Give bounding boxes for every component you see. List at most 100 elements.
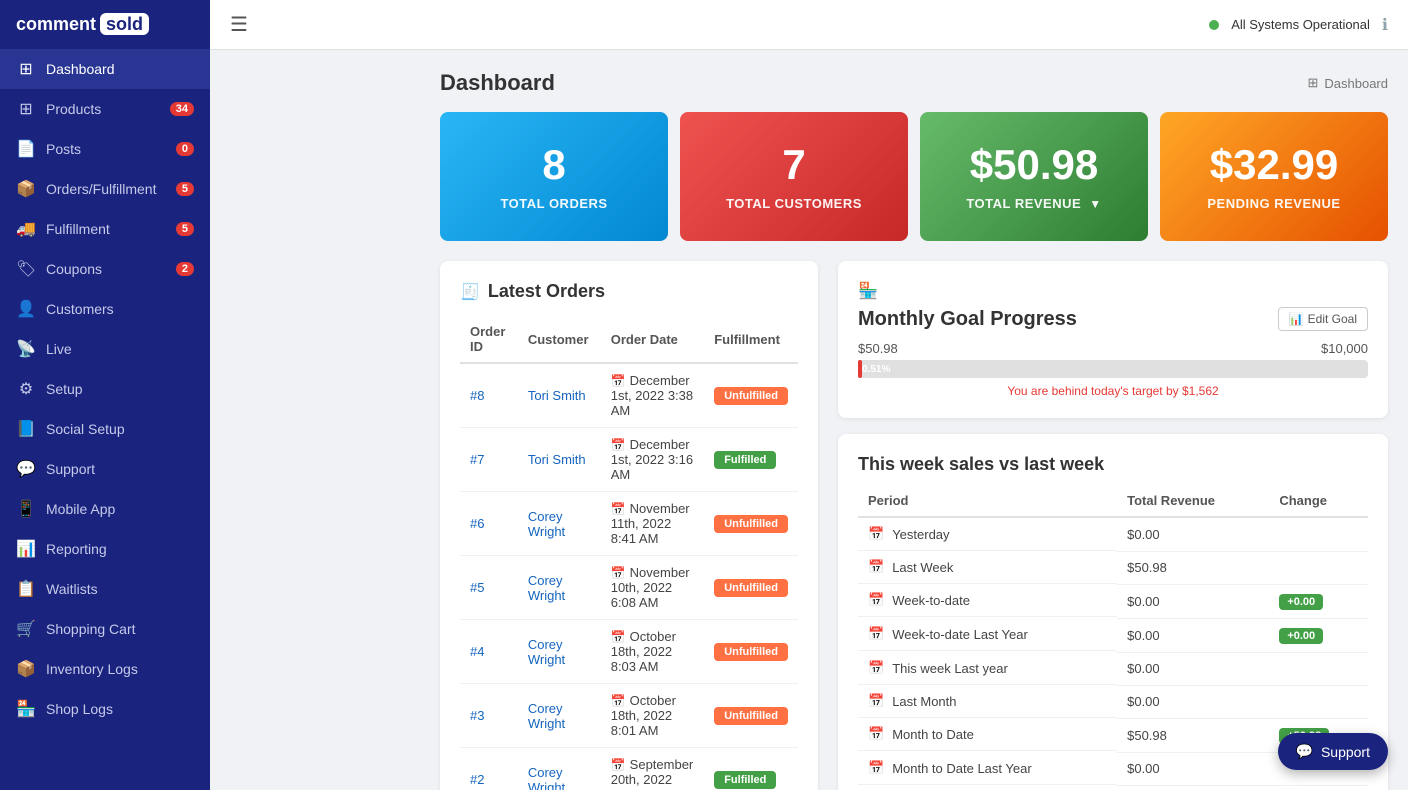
order-id[interactable]: #8 (460, 363, 518, 428)
progress-bar-fill: 0.51% (858, 360, 862, 378)
info-icon[interactable]: ℹ (1382, 15, 1388, 35)
order-date: 📅November 11th, 2022 8:41 AM (601, 492, 704, 556)
sidebar-icon-shop-logs: 🏪 (16, 699, 36, 719)
sidebar-label-live: Live (46, 341, 72, 357)
sidebar-item-social-setup[interactable]: 📘 Social Setup (0, 409, 210, 449)
customer-name[interactable]: Corey Wright (518, 684, 601, 748)
period-label: 📅This Month Last year (858, 785, 1117, 790)
revenue-value: $0.00 (1117, 652, 1269, 685)
support-button[interactable]: 💬 Support (1278, 733, 1388, 770)
order-id[interactable]: #7 (460, 428, 518, 492)
customer-name[interactable]: Tori Smith (518, 428, 601, 492)
table-row: #3 Corey Wright 📅October 18th, 2022 8:01… (460, 684, 798, 748)
customer-name[interactable]: Corey Wright (518, 620, 601, 684)
stat-value-total-orders: 8 (460, 142, 648, 188)
sidebar-icon-coupons: 🏷 (16, 259, 36, 279)
sidebar-item-shopping-cart[interactable]: 🛒 Shopping Cart (0, 609, 210, 649)
stat-card-total-revenue[interactable]: $50.98 TOTAL REVENUE ▼ (920, 112, 1148, 241)
change-value (1269, 652, 1368, 685)
sidebar-label-customers: Customers (46, 301, 114, 317)
sidebar-icon-dashboard: ⊞ (16, 59, 36, 79)
edit-goal-label: Edit Goal (1308, 312, 1357, 326)
sidebar-label-support: Support (46, 461, 95, 477)
fulfillment-status: Unfulfilled (704, 363, 798, 428)
calendar-icon: 📅 (868, 693, 884, 709)
sidebar-item-support[interactable]: 💬 Support (0, 449, 210, 489)
revenue-value: $0.00 (1117, 618, 1269, 652)
customer-name[interactable]: Corey Wright (518, 748, 601, 790)
order-id[interactable]: #3 (460, 684, 518, 748)
orders-col-fulfillment: Fulfillment (704, 316, 798, 363)
sidebar-item-products[interactable]: ⊞ Products 34 (0, 89, 210, 129)
calendar-icon: 📅 (611, 374, 626, 388)
sidebar-icon-shopping-cart: 🛒 (16, 619, 36, 639)
order-id[interactable]: #5 (460, 556, 518, 620)
sidebar-icon-products: ⊞ (16, 99, 36, 119)
status-badge: Unfulfilled (714, 387, 788, 405)
order-id[interactable]: #2 (460, 748, 518, 790)
topbar: ☰ All Systems Operational ℹ (210, 0, 1408, 50)
sidebar-icon-reporting: 📊 (16, 539, 36, 559)
latest-orders-title: Latest Orders (488, 281, 605, 302)
sidebar-item-setup[interactable]: ⚙ Setup (0, 369, 210, 409)
sidebar-label-inventory-logs: Inventory Logs (46, 661, 138, 677)
customer-name[interactable]: Tori Smith (518, 363, 601, 428)
sidebar-item-fulfillment[interactable]: 🚚 Fulfillment 5 (0, 209, 210, 249)
period-label: 📅Week-to-date Last Year (858, 618, 1117, 651)
edit-goal-button[interactable]: 📊 Edit Goal (1278, 307, 1368, 331)
order-id[interactable]: #4 (460, 620, 518, 684)
fulfillment-status: Fulfilled (704, 428, 798, 492)
order-date: 📅September 20th, 2022 8:40 AM (601, 748, 704, 790)
list-item: 📅This Month Last year $0.00 (858, 785, 1368, 790)
calendar-icon: 📅 (868, 760, 884, 776)
hamburger-icon[interactable]: ☰ (230, 12, 248, 37)
order-id[interactable]: #6 (460, 492, 518, 556)
sidebar-item-reporting[interactable]: 📊 Reporting (0, 529, 210, 569)
customer-name[interactable]: Corey Wright (518, 492, 601, 556)
change-value (1269, 517, 1368, 551)
customer-name[interactable]: Corey Wright (518, 556, 601, 620)
monthly-goal-title: Monthly Goal Progress (858, 308, 1077, 331)
goal-current: $50.98 (858, 341, 898, 356)
period-label: 📅This week Last year (858, 652, 1117, 685)
goal-target: $10,000 (1321, 341, 1368, 356)
behind-text: You are behind today's target by $1,562 (858, 384, 1368, 398)
sidebar-item-posts[interactable]: 📄 Posts 0 (0, 129, 210, 169)
fulfillment-status: Unfulfilled (704, 556, 798, 620)
sidebar-item-waitlists[interactable]: 📋 Waitlists (0, 569, 210, 609)
sidebar-item-coupons[interactable]: 🏷 Coupons 2 (0, 249, 210, 289)
sidebar-label-shop-logs: Shop Logs (46, 701, 113, 717)
progress-bar: 0.51% (858, 360, 1368, 378)
monthly-goal-panel: 🏪 Monthly Goal Progress 📊 Edit Goal $50.… (838, 261, 1388, 418)
sidebar-item-shop-logs[interactable]: 🏪 Shop Logs (0, 689, 210, 729)
sidebar-label-reporting: Reporting (46, 541, 107, 557)
fulfillment-status: Unfulfilled (704, 684, 798, 748)
sidebar-item-live[interactable]: 📡 Live (0, 329, 210, 369)
sidebar-item-orders[interactable]: 📦 Orders/Fulfillment 5 (0, 169, 210, 209)
calendar-icon: 📅 (611, 694, 626, 708)
status-badge: Fulfilled (714, 451, 776, 469)
sidebar-label-waitlists: Waitlists (46, 581, 98, 597)
right-panel: 🏪 Monthly Goal Progress 📊 Edit Goal $50.… (838, 261, 1388, 790)
stat-card-total-orders: 8 TOTAL ORDERS (440, 112, 668, 241)
stat-value-total-revenue: $50.98 (940, 142, 1128, 188)
sidebar-item-mobile-app[interactable]: 📱 Mobile App (0, 489, 210, 529)
sidebar-item-dashboard[interactable]: ⊞ Dashboard (0, 49, 210, 89)
revenue-value: $0.00 (1117, 685, 1269, 718)
sidebar-item-inventory-logs[interactable]: 📦 Inventory Logs (0, 649, 210, 689)
goal-amounts: $50.98 $10,000 (858, 341, 1368, 356)
sidebar-item-customers[interactable]: 👤 Customers (0, 289, 210, 329)
sidebar-icon-orders: 📦 (16, 179, 36, 199)
stat-value-total-customers: 7 (700, 142, 888, 188)
period-label: 📅Last Week (858, 551, 1117, 584)
sidebar-label-products: Products (46, 101, 101, 117)
stat-label-total-customers: TOTAL CUSTOMERS (700, 196, 888, 211)
sidebar-icon-social-setup: 📘 (16, 419, 36, 439)
breadcrumb-icon: ⊞ (1307, 75, 1318, 91)
breadcrumb: ⊞ Dashboard (1307, 75, 1388, 91)
weekly-col-total-revenue: Total Revenue (1117, 485, 1269, 517)
monthly-header: Monthly Goal Progress 📊 Edit Goal (858, 307, 1368, 331)
stat-label-total-revenue: TOTAL REVENUE ▼ (940, 196, 1128, 211)
progress-label: 0.51% (862, 364, 890, 375)
calendar-icon: 📅 (868, 660, 884, 676)
